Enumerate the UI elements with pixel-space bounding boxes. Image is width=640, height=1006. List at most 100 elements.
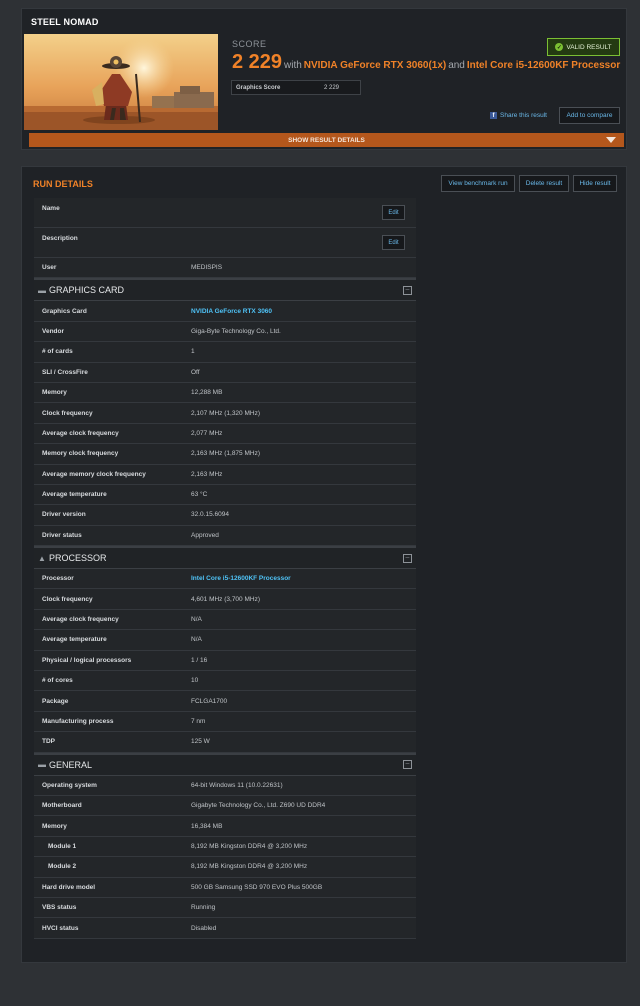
row-label: Average memory clock frequency (42, 470, 146, 478)
table-row: Clock frequency 2,107 MHz (1,320 MHz) (34, 403, 416, 424)
row-label: Driver version (42, 511, 86, 519)
row-value[interactable]: NVIDIA GeForce RTX 3060 (191, 308, 272, 315)
row-label: Processor (42, 575, 74, 583)
row-value: Giga-Byte Technology Co., Ltd. (191, 327, 281, 335)
general-section-title: GENERAL (49, 759, 93, 770)
share-result-link[interactable]: f Share this result (490, 112, 547, 119)
row-value: 125 W (191, 738, 210, 746)
row-value: 2,077 MHz (191, 429, 223, 437)
score-value: 2 229 (232, 51, 283, 73)
table-row: Average temperature N/A (34, 630, 416, 651)
table-row: Operating system 64-bit Windows 11 (10.0.… (34, 775, 416, 796)
section-bars-icon: ▬ (38, 760, 46, 770)
result-header-panel: STEEL NOMAD SCORE 2 229 with NVIDIA GeFo… (21, 8, 627, 150)
table-row: Manufacturing process 7 nm (34, 711, 416, 733)
row-value: 1 (191, 348, 195, 356)
score-label: SCORE (232, 39, 267, 49)
graphics-card-rows: Graphics Card NVIDIA GeForce RTX 3060 Vend… (34, 301, 416, 547)
row-value: N/A (191, 616, 202, 624)
row-label: SLI / CrossFire (42, 368, 88, 376)
row-value: Gigabyte Technology Co., Ltd. Z690 UD DD… (191, 802, 326, 810)
valid-result-badge[interactable]: ✓ VALID RESULT (547, 38, 620, 56)
row-value: 500 GB Samsung SSD 970 EVO Plus 500GB (191, 883, 323, 891)
row-label: # of cores (42, 677, 73, 685)
row-label: Average clock frequency (42, 429, 119, 437)
row-label: Clock frequency (42, 595, 93, 603)
row-value[interactable]: Intel Core i5-12600KF Processor (191, 575, 291, 582)
score-area: SCORE (232, 39, 267, 49)
collapse-icon[interactable]: – (403, 760, 412, 770)
row-value: 16,384 MB (191, 822, 223, 830)
table-row: Memory 12,288 MB (34, 382, 416, 404)
chevron-down-icon (606, 137, 616, 143)
row-label: Graphics Card (42, 307, 87, 315)
row-value: 32.0.15.6094 (191, 511, 229, 519)
row-label: Module 1 (48, 842, 77, 850)
table-row: Module 1 8,192 MB Kingston DDR4 @ 3,200 M… (34, 836, 416, 858)
edit-description-button[interactable]: Edit (382, 235, 405, 250)
row-value: 63 °C (191, 491, 208, 499)
table-row: Driver version 32.0.15.6094 (34, 505, 416, 526)
row-label: Operating system (42, 781, 97, 789)
row-label: Memory (42, 822, 67, 830)
user-label: User (42, 264, 57, 272)
graphics-score-label: Graphics Score (236, 85, 281, 91)
row-label: Memory (42, 389, 67, 397)
table-row: Package FCLGA1700 (34, 691, 416, 712)
row-value: 8,192 MB Kingston DDR4 @ 3,200 MHz (191, 863, 308, 871)
table-row: Average clock frequency N/A (34, 609, 416, 631)
table-row: Hard drive model 500 GB Samsung SSD 970 E… (34, 877, 416, 898)
table-row: # of cores 10 (34, 671, 416, 692)
row-value: Running (191, 904, 216, 912)
row-label: Module 2 (48, 863, 77, 871)
row-value: 2,163 MHz (1,875 MHz) (191, 450, 260, 458)
processor-section-header[interactable]: ▲ PROCESSOR – (34, 546, 416, 570)
row-label: Vendor (42, 327, 65, 335)
row-value: 10 (191, 677, 199, 685)
collapse-icon[interactable]: – (403, 285, 412, 295)
delete-result-button[interactable]: Delete result (519, 175, 569, 192)
benchmark-hero-image (24, 34, 218, 130)
graphics-score-value: 2 229 (324, 85, 340, 91)
show-result-details-bar[interactable]: SHOW RESULT DETAILS (29, 133, 624, 147)
score-cpu-name: Intel Core i5-12600KF Processor (466, 60, 621, 71)
add-to-compare-button[interactable]: Add to compare (559, 107, 620, 124)
table-row: # of cards 1 (34, 342, 416, 363)
table-row: Memory 16,384 MB (34, 816, 416, 837)
row-label: Hard drive model (42, 883, 96, 891)
show-result-details-label: SHOW RESULT DETAILS (288, 136, 365, 144)
section-chip-icon: ▲ (38, 553, 46, 563)
row-value: 64-bit Windows 11 (10.0.22631) (191, 781, 283, 789)
table-row: HVCI status Disabled (34, 918, 416, 939)
row-label: Average clock frequency (42, 616, 119, 624)
score-gpu-name: NVIDIA GeForce RTX 3060(1x) (303, 60, 447, 71)
graphics-card-section-title: GRAPHICS CARD (49, 285, 125, 296)
row-label: Average temperature (42, 636, 107, 644)
row-label: Package (42, 697, 69, 705)
table-row: TDP 125 W (34, 732, 416, 753)
benchmark-title: STEEL NOMAD (31, 17, 99, 27)
table-row: VBS status Running (34, 897, 416, 919)
name-row: Name Edit (34, 198, 416, 228)
collapse-icon[interactable]: – (403, 553, 412, 563)
row-label: Clock frequency (42, 409, 93, 417)
row-value: Approved (191, 531, 219, 539)
table-row: Physical / logical processors 1 / 16 (34, 650, 416, 672)
check-icon: ✓ (555, 43, 564, 51)
row-label: Motherboard (42, 802, 82, 810)
edit-name-button[interactable]: Edit (382, 205, 405, 220)
graphics-card-section-header[interactable]: ▬ GRAPHICS CARD – (34, 278, 416, 302)
hide-result-button[interactable]: Hide result (573, 175, 617, 192)
row-value: 12,288 MB (191, 389, 223, 397)
run-details-title: RUN DETAILS (33, 179, 93, 189)
row-label: # of cards (42, 348, 73, 356)
general-section-header[interactable]: ▬ GENERAL – (34, 752, 416, 776)
table-row: Module 2 8,192 MB Kingston DDR4 @ 3,200 M… (34, 857, 416, 878)
table-row: Memory clock frequency 2,163 MHz (1,875 M… (34, 444, 416, 465)
row-label: Manufacturing process (42, 718, 114, 725)
view-benchmark-run-button[interactable]: View benchmark run (441, 175, 515, 192)
row-label: Memory clock frequency (42, 450, 119, 458)
table-row: Vendor Giga-Byte Technology Co., Ltd. (34, 321, 416, 343)
row-label: VBS status (42, 904, 77, 912)
section-bars-icon: ▬ (38, 285, 46, 295)
